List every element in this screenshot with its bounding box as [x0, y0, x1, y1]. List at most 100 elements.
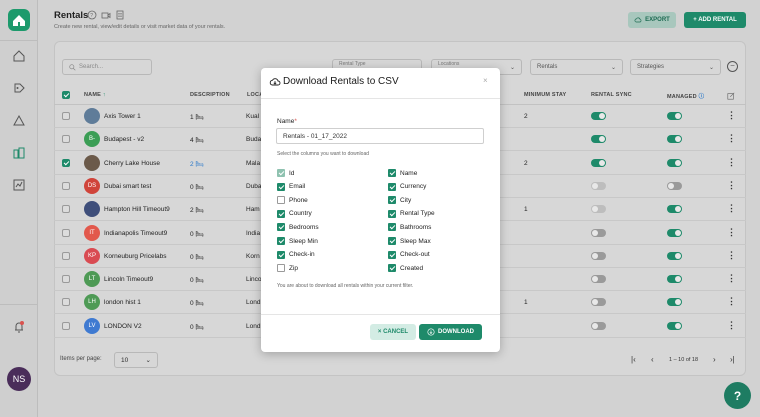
rental-sync-toggle[interactable]: [591, 158, 606, 167]
rentals-filter[interactable]: Rentals ⌄: [530, 59, 623, 75]
more-options-icon[interactable]: ⋮: [727, 111, 736, 120]
rental-name[interactable]: Indianapolis Timeout9: [104, 230, 167, 237]
row-checkbox[interactable]: [62, 321, 70, 330]
column-option[interactable]: Rental Type: [388, 209, 435, 219]
column-checkbox[interactable]: [277, 250, 285, 259]
export-button[interactable]: EXPORT: [628, 12, 676, 28]
more-options-icon[interactable]: ⋮: [727, 274, 736, 283]
rental-sync-toggle[interactable]: [591, 135, 606, 144]
row-checkbox[interactable]: [62, 298, 70, 307]
managed-toggle[interactable]: [667, 181, 682, 190]
column-checkbox[interactable]: [388, 209, 396, 218]
column-option[interactable]: Zip: [277, 263, 298, 273]
column-option[interactable]: Check-out: [388, 250, 430, 260]
rental-sync-toggle[interactable]: [591, 205, 606, 214]
analytics-icon[interactable]: [12, 114, 26, 128]
managed-toggle[interactable]: [667, 158, 682, 167]
rental-sync-toggle[interactable]: [591, 321, 606, 330]
first-page-icon[interactable]: |‹: [631, 355, 636, 364]
column-checkbox[interactable]: [388, 237, 396, 245]
search-input[interactable]: Search...: [62, 59, 152, 75]
column-checkbox[interactable]: [388, 223, 396, 232]
row-checkbox[interactable]: [62, 181, 70, 190]
rental-name[interactable]: london hist 1: [104, 299, 141, 306]
column-checkbox[interactable]: [277, 223, 285, 232]
column-header-min-stay[interactable]: MINIMUM STAY: [524, 92, 566, 98]
more-options-icon[interactable]: ⋮: [727, 320, 736, 330]
more-options-icon[interactable]: ⋮: [727, 227, 736, 237]
rental-name[interactable]: Hampton Hill Timeout9: [104, 206, 170, 213]
last-page-icon[interactable]: ›|: [730, 355, 735, 364]
column-option[interactable]: City: [388, 195, 411, 205]
column-option[interactable]: Sleep Max: [388, 236, 431, 246]
column-option[interactable]: Phone: [277, 195, 308, 205]
home-icon[interactable]: [12, 49, 26, 63]
column-header-description[interactable]: DESCRIPTION: [190, 92, 230, 98]
rental-name[interactable]: LONDON V2: [104, 323, 142, 330]
column-checkbox[interactable]: [277, 264, 285, 273]
rental-sync-toggle[interactable]: [591, 228, 606, 237]
rental-name[interactable]: Axis Tower 1: [104, 113, 141, 120]
rental-sync-toggle[interactable]: [591, 275, 606, 284]
video-icon[interactable]: [101, 10, 111, 20]
column-option[interactable]: Currency: [388, 182, 426, 192]
add-rental-button[interactable]: + ADD RENTAL: [684, 12, 746, 28]
managed-toggle[interactable]: [667, 135, 682, 144]
column-checkbox[interactable]: [277, 182, 285, 191]
row-checkbox[interactable]: [62, 251, 70, 260]
rental-sync-toggle[interactable]: [591, 251, 606, 260]
select-all-checkbox[interactable]: [62, 91, 70, 99]
column-option[interactable]: Check-in: [277, 250, 315, 260]
download-button[interactable]: DOWNLOAD: [419, 324, 482, 340]
column-header-name[interactable]: NAME ↑: [84, 92, 106, 98]
column-option[interactable]: Sleep Min: [277, 236, 318, 246]
pricing-icon[interactable]: [12, 81, 26, 95]
column-option[interactable]: Bathrooms: [388, 222, 431, 232]
column-option[interactable]: Country: [277, 209, 312, 219]
managed-toggle[interactable]: [667, 205, 682, 214]
rental-name[interactable]: Cherry Lake House: [104, 160, 160, 167]
column-option[interactable]: Bedrooms: [277, 222, 319, 232]
managed-toggle[interactable]: [667, 298, 682, 307]
row-checkbox[interactable]: [62, 158, 70, 167]
more-options-icon[interactable]: ⋮: [727, 134, 736, 143]
row-checkbox[interactable]: [62, 112, 70, 120]
managed-toggle[interactable]: [667, 251, 682, 260]
help-circle-icon[interactable]: ?: [87, 10, 97, 20]
managed-toggle[interactable]: [667, 321, 682, 330]
column-option[interactable]: Created: [388, 263, 423, 273]
column-checkbox[interactable]: [388, 250, 396, 259]
more-options-icon[interactable]: ⋮: [727, 157, 736, 167]
reports-icon[interactable]: [12, 178, 26, 192]
column-option[interactable]: Name: [388, 168, 417, 178]
rentals-icon[interactable]: [12, 146, 26, 160]
column-option[interactable]: Email: [277, 182, 305, 192]
rental-name[interactable]: Lincoln Timeout9: [104, 276, 153, 283]
column-checkbox[interactable]: [388, 196, 396, 205]
column-checkbox[interactable]: [277, 196, 285, 205]
items-per-page-select[interactable]: 10 ⌄: [114, 352, 158, 368]
column-checkbox[interactable]: [388, 182, 396, 191]
cancel-button[interactable]: × CANCEL: [370, 324, 416, 340]
document-icon[interactable]: [115, 10, 125, 20]
more-options-icon[interactable]: ⋮: [727, 250, 736, 260]
strategies-filter[interactable]: Strategies ⌄: [630, 59, 721, 75]
clear-filters-button[interactable]: −: [727, 61, 738, 72]
rental-name[interactable]: Dubai smart test: [104, 183, 151, 190]
next-page-icon[interactable]: ›: [713, 355, 716, 364]
row-checkbox[interactable]: [62, 275, 70, 284]
managed-toggle[interactable]: [667, 112, 682, 120]
more-options-icon[interactable]: ⋮: [727, 297, 736, 306]
column-header-rental-sync[interactable]: RENTAL SYNC: [591, 92, 632, 98]
rental-name[interactable]: Budapest - v2: [104, 136, 144, 143]
row-checkbox[interactable]: [62, 228, 70, 237]
column-checkbox[interactable]: [388, 169, 396, 177]
app-logo[interactable]: [8, 9, 30, 31]
file-name-input[interactable]: [276, 128, 484, 144]
row-checkbox[interactable]: [62, 135, 70, 144]
edit-columns-icon[interactable]: [727, 92, 735, 102]
column-checkbox[interactable]: [388, 264, 396, 273]
previous-page-icon[interactable]: ‹: [651, 355, 654, 364]
help-button[interactable]: ?: [724, 382, 751, 409]
more-options-icon[interactable]: ⋮: [727, 180, 736, 190]
